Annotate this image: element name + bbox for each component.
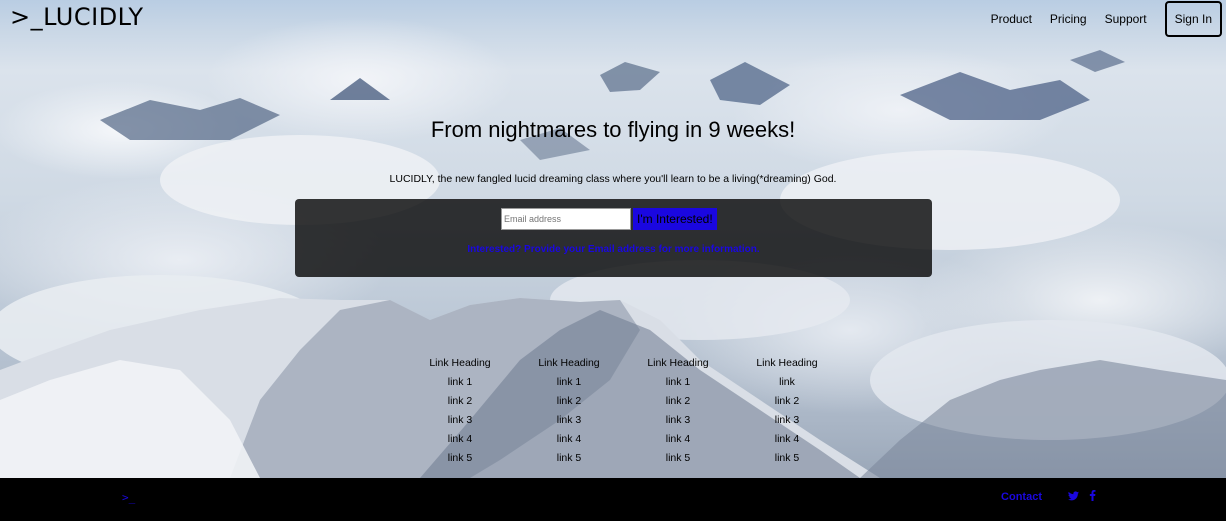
link-column-1: Link Heading link 1 link 2 link 3 link 4… [415,355,505,469]
link-item[interactable]: link 4 [742,431,832,450]
logo[interactable]: >_LUCIDLY [10,3,144,31]
contact-link[interactable]: Contact [1001,491,1042,503]
link-item[interactable]: link 1 [415,374,505,393]
nav-links: Product Pricing Support Sign In [991,1,1222,37]
email-input[interactable] [501,208,631,230]
sign-in-button[interactable]: Sign In [1164,1,1222,37]
link-item[interactable]: link 1 [633,374,723,393]
link-column-3: Link Heading link 1 link 2 link 3 link 4… [633,355,723,469]
link-item[interactable]: link 5 [415,450,505,469]
link-item[interactable]: link [742,374,832,393]
footer-links: Contact [1001,490,1096,504]
link-item[interactable]: link 2 [415,393,505,412]
footer-logo[interactable]: >_ [122,491,135,504]
footer: >_ Contact [0,478,1226,521]
link-column-4: Link Heading link link 2 link 3 link 4 l… [742,355,832,469]
link-item[interactable]: link 4 [524,431,614,450]
signup-panel: I'm Interested! Interested? Provide your… [295,199,932,277]
link-heading: Link Heading [756,357,818,369]
nav-link-pricing[interactable]: Pricing [1050,12,1087,26]
twitter-icon[interactable] [1068,490,1079,504]
interested-button[interactable]: I'm Interested! [633,208,717,230]
link-item[interactable]: link 3 [742,412,832,431]
top-nav: >_LUCIDLY Product Pricing Support Sign I… [0,0,1226,38]
nav-link-support[interactable]: Support [1105,12,1147,26]
link-heading: Link Heading [647,357,709,369]
link-item[interactable]: link 5 [524,450,614,469]
link-item[interactable]: link 3 [415,412,505,431]
hero-subtitle: LUCIDLY, the new fangled lucid dreaming … [389,173,837,185]
link-item[interactable]: link 2 [524,393,614,412]
link-item[interactable]: link 2 [633,393,723,412]
link-item[interactable]: link 2 [742,393,832,412]
link-columns: Link Heading link 1 link 2 link 3 link 4… [0,355,1226,470]
nav-link-product[interactable]: Product [991,12,1032,26]
link-item[interactable]: link 4 [415,431,505,450]
link-heading: Link Heading [538,357,600,369]
facebook-icon[interactable] [1089,490,1096,504]
link-item[interactable]: link 5 [633,450,723,469]
link-column-2: Link Heading link 1 link 2 link 3 link 4… [524,355,614,469]
link-item[interactable]: link 3 [524,412,614,431]
link-heading: Link Heading [429,357,491,369]
signup-note: Interested? Provide your Email address f… [467,244,760,255]
link-item[interactable]: link 5 [742,450,832,469]
link-item[interactable]: link 1 [524,374,614,393]
hero-title: From nightmares to flying in 9 weeks! [430,117,796,142]
link-item[interactable]: link 3 [633,412,723,431]
link-item[interactable]: link 4 [633,431,723,450]
